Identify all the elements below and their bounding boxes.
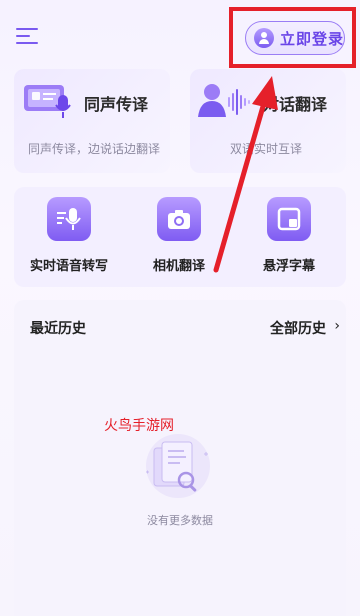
tool-label: 实时语音转写 [29,259,108,274]
chevron-right-icon[interactable]: › [334,318,340,334]
tool-label: 相机翻译 [152,259,205,274]
tool-label: 悬浮字幕 [262,259,315,274]
simultaneous-interpretation-card[interactable]: 同声传译 同声传译，边说话边翻译 [14,69,170,173]
camera-icon [157,197,201,241]
card-title: 对话翻译 [263,95,328,114]
all-history-link[interactable]: 全部历史 [270,318,326,338]
card-desc: 同声传译，边说话边翻译 [28,142,161,156]
login-button[interactable]: 立即登录 [245,21,345,55]
card-title: 同声传译 [84,95,149,114]
login-label: 立即登录 [280,29,345,48]
menu-icon[interactable] [16,28,40,46]
mic-text-icon [47,197,91,241]
card-desc: 双语实时互译 [230,142,303,156]
tool-floating-subtitles[interactable]: 悬浮字幕 [239,197,339,274]
presentation-mic-icon [24,85,71,118]
person-voice-icon [198,84,250,117]
empty-text: 没有更多数据 [147,514,213,527]
history-panel: 最近历史 全部历史 › 火鸟手游网 没有更多数据 [14,300,346,616]
tool-camera-translate[interactable]: 相机翻译 [129,197,229,274]
tool-realtime-transcription[interactable]: 实时语音转写 [19,197,119,274]
avatar-icon [254,28,274,48]
tools-panel: 实时语音转写 相机翻译 悬浮字幕 [14,187,346,287]
floating-window-icon [267,197,311,241]
empty-documents-icon [146,434,210,498]
history-title: 最近历史 [30,321,86,337]
dialogue-translation-card[interactable]: 对话翻译 双语实时互译 [190,69,346,173]
